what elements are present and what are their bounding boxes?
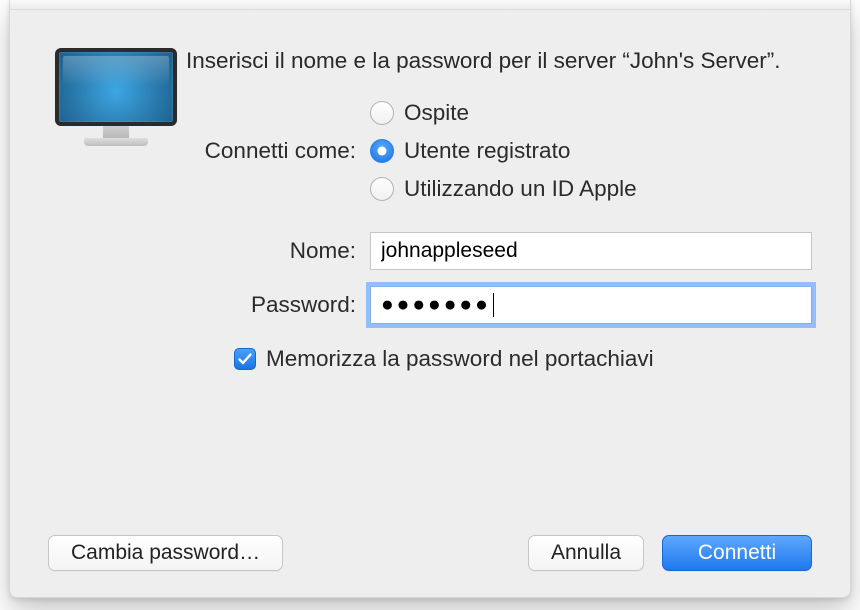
- password-label: Password:: [186, 292, 370, 318]
- radio-label: Utente registrato: [404, 138, 570, 164]
- radio-guest[interactable]: Ospite: [370, 100, 637, 126]
- sheet-titlebar: [10, 0, 850, 10]
- auth-dialog: Inserisci il nome e la password per il s…: [9, 0, 851, 598]
- radio-icon: [370, 139, 394, 163]
- radio-icon: [370, 177, 394, 201]
- change-password-button[interactable]: Cambia password…: [48, 535, 283, 571]
- cancel-button[interactable]: Annulla: [528, 535, 644, 571]
- radio-icon: [370, 101, 394, 125]
- remember-password-checkbox[interactable]: Memorizza la password nel portachiavi: [234, 346, 812, 372]
- radio-apple-id[interactable]: Utilizzando un ID Apple: [370, 176, 637, 202]
- checkbox-icon: [234, 348, 256, 370]
- server-display-icon: [55, 48, 177, 146]
- dialog-headline: Inserisci il nome e la password per il s…: [186, 44, 812, 78]
- radio-registered-user[interactable]: Utente registrato: [370, 138, 637, 164]
- password-mask: ●●●●●●●: [381, 293, 491, 317]
- name-label: Nome:: [186, 238, 370, 264]
- radio-label: Ospite: [404, 100, 469, 126]
- text-caret: [493, 293, 495, 317]
- connect-as-label: Connetti come:: [186, 138, 370, 164]
- name-input[interactable]: [370, 232, 812, 270]
- remember-label: Memorizza la password nel portachiavi: [266, 346, 654, 372]
- radio-label: Utilizzando un ID Apple: [404, 176, 637, 202]
- connect-button[interactable]: Connetti: [662, 535, 812, 571]
- password-input[interactable]: ●●●●●●●: [370, 286, 812, 324]
